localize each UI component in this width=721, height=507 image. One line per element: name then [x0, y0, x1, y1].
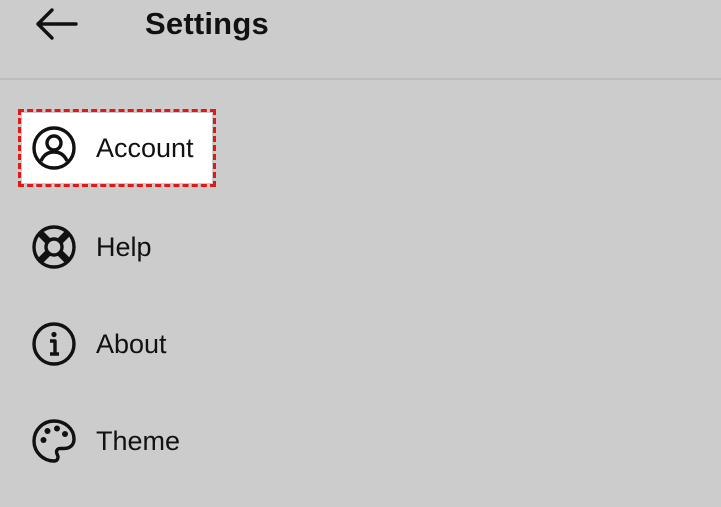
lifebuoy-icon — [30, 223, 78, 271]
menu-item-theme[interactable]: Theme — [22, 406, 194, 476]
menu-item-about[interactable]: About — [22, 309, 181, 379]
arrow-left-icon — [36, 8, 78, 40]
account-icon — [30, 124, 78, 172]
menu-item-label: Account — [96, 132, 194, 163]
page-title: Settings — [145, 6, 269, 41]
menu-item-label: About — [96, 328, 167, 359]
back-button[interactable] — [28, 2, 84, 46]
menu-item-account[interactable]: Account — [18, 109, 216, 187]
menu-item-help[interactable]: Help — [22, 212, 166, 282]
app-header: Settings — [0, 0, 721, 80]
palette-icon — [30, 417, 78, 465]
menu-item-label: Theme — [96, 425, 181, 456]
menu-item-label: Help — [96, 231, 152, 262]
info-icon — [30, 320, 78, 368]
